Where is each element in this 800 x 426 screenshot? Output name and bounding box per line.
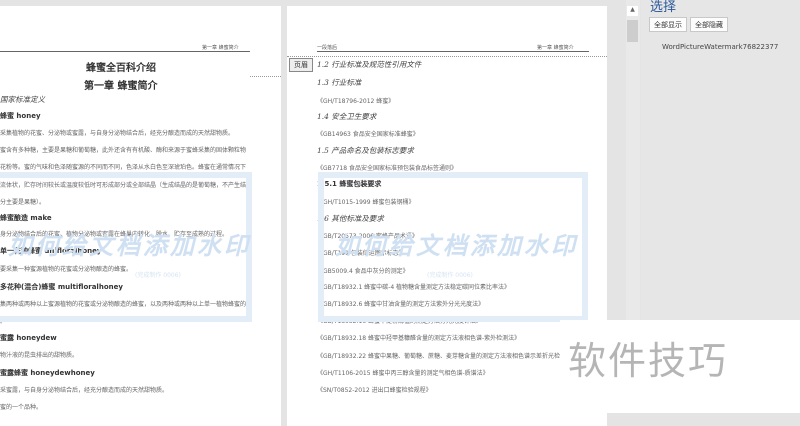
document-page-left: 第一章 蜂蜜简介 蜂蜜全百科介绍 第一章 蜂蜜简介 国家标准定义 蜂蜜 honey… <box>0 6 281 426</box>
body-text-line: 《GB/T18932.22 蜂蜜中果糖、葡萄糖、蔗糖、麦芽糖含量的测定方法液相色… <box>317 353 578 360</box>
body-text-line: 《GB/T18932.18 蜂蜜中羟甲基糠醛含量的测定方法液相色谱-紫外检测法》 <box>317 335 521 342</box>
show-all-button[interactable]: 全部显示 <box>649 17 687 32</box>
document-page-right: 一段落后 第一章 蜂蜜简介 页眉 1.2 行业标准及规范性引用文件 1.3 行业标… <box>287 6 607 426</box>
body-text-line: 《GH/T1106-2015 蜂蜜中丙三醇含量的测定气相色谱-质谱法》 <box>317 370 489 377</box>
body-text-line: 蜜的一个品种。 <box>0 404 43 411</box>
body-text-line: 花粉等。蜜的气味和色泽随蜜源的不同而不同，色泽从水白色至深琥珀色。蜂蜜在通常情况… <box>0 164 247 171</box>
selection-list-item[interactable]: WordPictureWatermark76822377 <box>662 43 778 51</box>
header-rule <box>317 51 589 52</box>
chapter-heading: 第一章 蜂蜜简介 <box>84 81 158 92</box>
body-text-line: 《GB14963 食品安全国家标准蜂蜜》 <box>317 131 419 138</box>
scrollbar-thumb[interactable] <box>627 20 638 42</box>
body-text-line: 采蜜露，与自身分泌物结合后，经充分酿造而成的天然甜物质。 <box>0 387 169 394</box>
body-text-line: 蜜含有多种糖，主要是果糖和葡萄糖，此外还含有有机酸、酶和来源于蜜蜂采集的固体颗粒… <box>0 147 247 154</box>
header-boundary <box>250 76 281 77</box>
section-heading: 1.2 行业标准及规范性引用文件 <box>317 60 422 69</box>
pane-title: 选择 <box>650 0 677 15</box>
page-header-right: 第一章 蜂蜜简介 <box>537 45 574 51</box>
page-header-left: 一段落后 <box>317 45 338 51</box>
section-heading: 1.4 安全卫生要求 <box>317 112 377 121</box>
body-text-line: 《SN/T0852-2012 进出口蜂蜜检验规程》 <box>317 387 432 394</box>
watermark-text: 如何给文档添加水印 <box>8 232 251 260</box>
section-heading: 1.5 产品命名及包装标志要求 <box>317 146 414 155</box>
page-header-text: 第一章 蜂蜜简介 <box>202 45 239 51</box>
section-heading: 国家标准定义 <box>0 95 45 104</box>
section-heading: 蜂蜜 honey <box>0 112 41 120</box>
section-heading: 蜜露 honeydew <box>0 334 57 342</box>
ribbon-edge <box>0 0 626 4</box>
overlay-logo-text: 软件技巧 <box>568 339 729 383</box>
watermark-subtext: (完成制作 0006) <box>427 272 473 279</box>
watermark-text: 如何给文档添加水印 <box>335 232 578 260</box>
watermark-subtext: (完成制作 0006) <box>135 272 181 279</box>
body-text-line: 物汁液的昆虫排出的甜物质。 <box>0 352 79 359</box>
hide-all-button[interactable]: 全部隐藏 <box>690 17 728 32</box>
overlay-logo: 软件技巧 <box>560 320 800 413</box>
header-tag[interactable]: 页眉 <box>289 58 313 72</box>
body-text-line: 采集植物的花蜜、分泌物或蜜露，与自身分泌物结合后，经充分酿造而成的天然甜物质。 <box>0 130 235 137</box>
header-boundary <box>287 56 607 57</box>
body-text-line: 《GB7718 食品安全国家标准预包装食品标签通则》 <box>317 165 457 172</box>
scroll-up-arrow-icon[interactable]: ▲ <box>627 6 638 16</box>
section-heading: 蜜露蜂蜜 honeydewhoney <box>0 369 95 377</box>
header-rule <box>0 51 250 52</box>
body-text-line: 《GH/T18796-2012 蜂蜜》 <box>317 98 395 105</box>
section-heading: 1.3 行业标准 <box>317 78 362 87</box>
document-title: 蜂蜜全百科介绍 <box>86 63 156 74</box>
